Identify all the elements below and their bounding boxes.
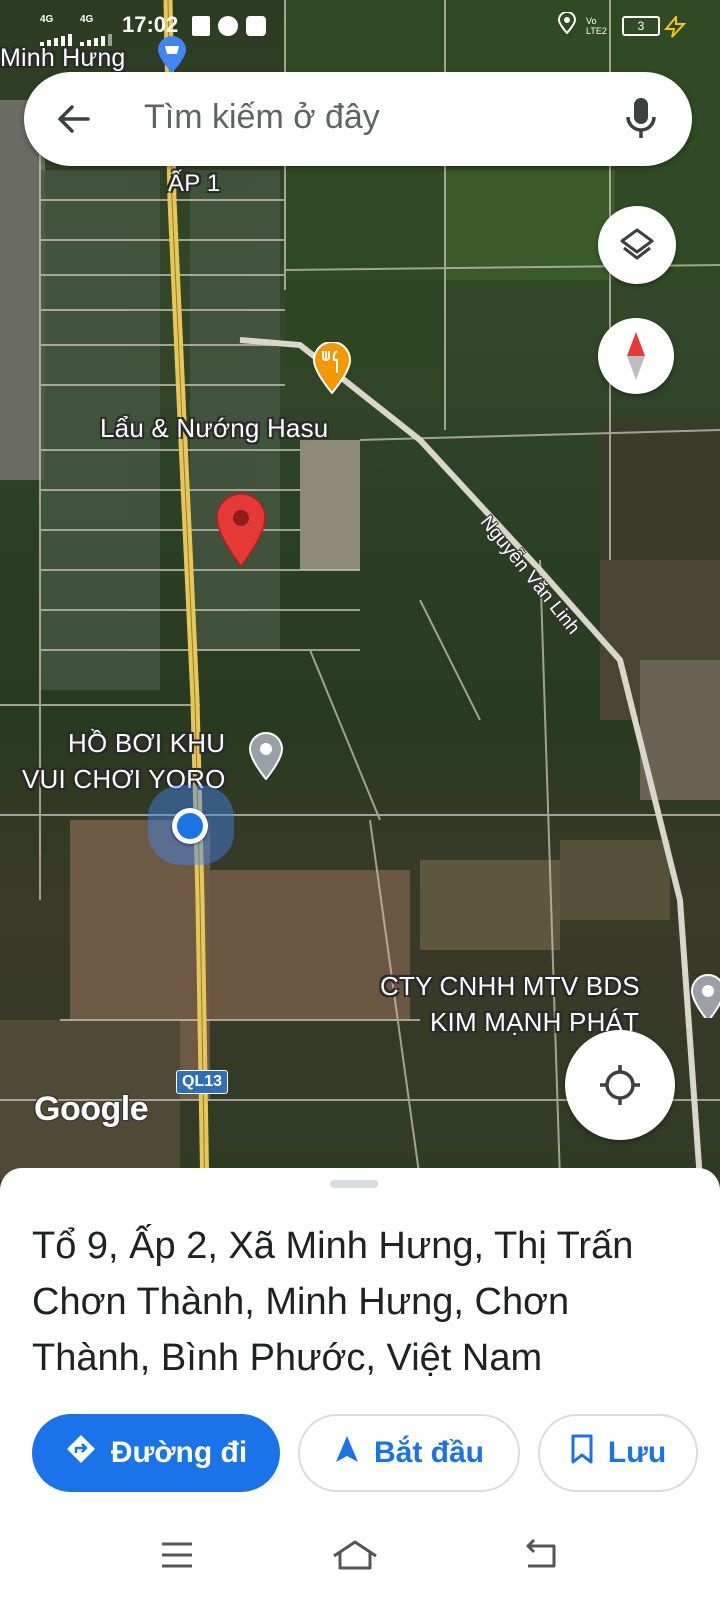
network-type-2: 4G [80,14,94,25]
start-label: Bắt đầu [373,1436,484,1469]
layers-icon [618,226,656,269]
place-address: Tổ 9, Ấp 2, Xã Minh Hưng, Thị Trấn Chơn … [32,1225,634,1379]
blue-dot-icon[interactable] [172,808,208,844]
directions-icon [65,1433,97,1473]
satellite-map[interactable]: Minh Hưng ẤP 1 Lẩu & Nướng Hasu Nguyễn V… [0,0,720,1200]
navigation-arrow-icon [334,1434,360,1472]
directions-button[interactable]: Đường đi [32,1414,280,1492]
battery-icon: 3 [622,16,660,36]
microphone-icon[interactable] [624,96,658,142]
home-nav-icon[interactable] [330,1530,380,1580]
gray-place-pin-icon[interactable] [248,732,284,781]
charging-icon [662,14,688,44]
location-status-icon [557,11,577,40]
signal-1-icon [40,26,74,52]
highway-shield: QL13 [176,1070,229,1094]
clock: 17:02 [122,12,179,37]
directions-label: Đường đi [110,1436,248,1469]
company-label-line1[interactable]: CTY CNHH MTV BDS [380,970,640,1002]
maps-screen: Minh Hưng ẤP 1 Lẩu & Nướng Hasu Nguyễn V… [0,0,720,1600]
back-nav-icon[interactable] [516,1530,566,1580]
my-location-icon [598,1063,642,1112]
signal-2-icon [80,26,114,52]
google-logo: Google [34,1090,149,1128]
layers-button[interactable] [598,206,676,284]
facebook-icon [246,16,266,36]
drag-handle[interactable] [330,1180,378,1188]
notification-icons [192,16,266,36]
gray-place-pin-icon[interactable] [690,974,720,1018]
volte-indicator: Vo LTE2 [586,16,607,36]
back-arrow-icon[interactable] [54,99,94,139]
messenger-icon [218,16,238,36]
system-navigation-bar [0,1512,720,1600]
search-input[interactable]: Tìm kiếm ở đây [144,98,380,137]
my-location-button[interactable] [565,1030,675,1140]
red-location-pin-icon[interactable] [214,492,268,568]
app-notification-icon [192,16,210,36]
restaurant-label[interactable]: Lẩu & Nướng Hasu [100,412,328,444]
save-button[interactable]: Lưu [538,1414,698,1492]
save-label: Lưu [607,1436,667,1469]
compass-icon [624,330,648,387]
compass-button[interactable] [598,318,674,394]
menu-nav-icon[interactable] [152,1530,202,1580]
hamlet-label: ẤP 1 [168,170,221,197]
network-type-1: 4G [40,14,54,25]
restaurant-pin-icon[interactable] [312,341,352,395]
start-button[interactable]: Bắt đầu [298,1414,520,1492]
bookmark-icon [570,1433,594,1473]
search-bar[interactable]: Tìm kiếm ở đây [24,72,692,166]
status-bar: 4G 4G 17:02 Vo LTE2 3 [0,0,720,52]
status-right-group: Vo LTE2 3 [557,11,660,40]
pool-label-line1[interactable]: HỒ BƠI KHU [68,727,225,759]
